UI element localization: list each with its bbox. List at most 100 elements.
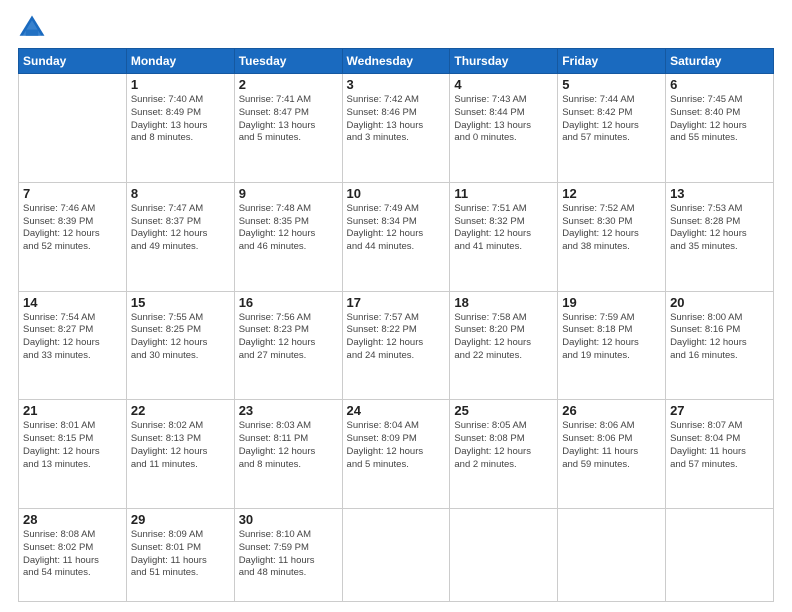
cell-content: Sunrise: 7:41 AM Sunset: 8:47 PM Dayligh… [239, 94, 338, 145]
calendar-cell: 13Sunrise: 7:53 AM Sunset: 8:28 PM Dayli… [666, 182, 774, 291]
day-number: 26 [562, 403, 661, 418]
cell-content: Sunrise: 7:40 AM Sunset: 8:49 PM Dayligh… [131, 94, 230, 145]
calendar-cell: 6Sunrise: 7:45 AM Sunset: 8:40 PM Daylig… [666, 74, 774, 183]
logo [18, 14, 50, 42]
cell-content: Sunrise: 7:57 AM Sunset: 8:22 PM Dayligh… [347, 312, 446, 363]
cell-content: Sunrise: 7:44 AM Sunset: 8:42 PM Dayligh… [562, 94, 661, 145]
cell-content: Sunrise: 7:46 AM Sunset: 8:39 PM Dayligh… [23, 203, 122, 254]
calendar-cell: 14 Sunrise: 7:54 AM Sunset: 8:27 PM Dayli… [19, 291, 127, 400]
cell-content: Sunrise: 8:08 AM Sunset: 8:02 PM Dayligh… [23, 529, 122, 580]
day-number: 20 [670, 295, 769, 310]
calendar-cell: 27Sunrise: 8:07 AM Sunset: 8:04 PM Dayli… [666, 400, 774, 509]
calendar-cell: 11 Sunrise: 7:51 AM Sunset: 8:32 PM Dayli… [450, 182, 558, 291]
header [18, 14, 774, 42]
col-header-wednesday: Wednesday [342, 49, 450, 74]
col-header-tuesday: Tuesday [234, 49, 342, 74]
cell-content: Sunrise: 7:56 AM Sunset: 8:23 PM Dayligh… [239, 312, 338, 363]
calendar-row-2: 14 Sunrise: 7:54 AM Sunset: 8:27 PM Dayli… [19, 291, 774, 400]
calendar-cell: 22 Sunrise: 8:02 AM Sunset: 8:13 PM Dayli… [126, 400, 234, 509]
calendar-cell: 28 Sunrise: 8:08 AM Sunset: 8:02 PM Dayli… [19, 509, 127, 602]
cell-content: Sunrise: 8:02 AM Sunset: 8:13 PM Dayligh… [131, 420, 230, 471]
cell-content: Sunrise: 8:06 AM Sunset: 8:06 PM Dayligh… [562, 420, 661, 471]
calendar-header-row: SundayMondayTuesdayWednesdayThursdayFrid… [19, 49, 774, 74]
day-number: 25 [454, 403, 553, 418]
calendar-cell [450, 509, 558, 602]
cell-content: Sunrise: 8:01 AM Sunset: 8:15 PM Dayligh… [23, 420, 122, 471]
cell-content: Sunrise: 8:10 AM Sunset: 7:59 PM Dayligh… [239, 529, 338, 580]
calendar-cell: 7 Sunrise: 7:46 AM Sunset: 8:39 PM Daylig… [19, 182, 127, 291]
cell-content: Sunrise: 7:58 AM Sunset: 8:20 PM Dayligh… [454, 312, 553, 363]
cell-content: Sunrise: 7:53 AM Sunset: 8:28 PM Dayligh… [670, 203, 769, 254]
calendar-row-3: 21 Sunrise: 8:01 AM Sunset: 8:15 PM Dayli… [19, 400, 774, 509]
calendar-cell: 26 Sunrise: 8:06 AM Sunset: 8:06 PM Dayli… [558, 400, 666, 509]
cell-content: Sunrise: 7:51 AM Sunset: 8:32 PM Dayligh… [454, 203, 553, 254]
col-header-monday: Monday [126, 49, 234, 74]
day-number: 18 [454, 295, 553, 310]
calendar: SundayMondayTuesdayWednesdayThursdayFrid… [18, 48, 774, 602]
cell-content: Sunrise: 8:00 AM Sunset: 8:16 PM Dayligh… [670, 312, 769, 363]
calendar-cell: 15Sunrise: 7:55 AM Sunset: 8:25 PM Dayli… [126, 291, 234, 400]
day-number: 24 [347, 403, 446, 418]
cell-content: Sunrise: 7:47 AM Sunset: 8:37 PM Dayligh… [131, 203, 230, 254]
calendar-cell: 19 Sunrise: 7:59 AM Sunset: 8:18 PM Dayli… [558, 291, 666, 400]
calendar-cell: 1 Sunrise: 7:40 AM Sunset: 8:49 PM Daylig… [126, 74, 234, 183]
day-number: 21 [23, 403, 122, 418]
calendar-cell: 24 Sunrise: 8:04 AM Sunset: 8:09 PM Dayli… [342, 400, 450, 509]
cell-content: Sunrise: 8:04 AM Sunset: 8:09 PM Dayligh… [347, 420, 446, 471]
day-number: 10 [347, 186, 446, 201]
calendar-cell: 18 Sunrise: 7:58 AM Sunset: 8:20 PM Dayli… [450, 291, 558, 400]
day-number: 12 [562, 186, 661, 201]
day-number: 23 [239, 403, 338, 418]
col-header-friday: Friday [558, 49, 666, 74]
calendar-cell: 17 Sunrise: 7:57 AM Sunset: 8:22 PM Dayli… [342, 291, 450, 400]
cell-content: Sunrise: 7:42 AM Sunset: 8:46 PM Dayligh… [347, 94, 446, 145]
col-header-saturday: Saturday [666, 49, 774, 74]
calendar-cell: 29 Sunrise: 8:09 AM Sunset: 8:01 PM Dayli… [126, 509, 234, 602]
cell-content: Sunrise: 7:48 AM Sunset: 8:35 PM Dayligh… [239, 203, 338, 254]
day-number: 3 [347, 77, 446, 92]
logo-icon [18, 14, 46, 42]
calendar-cell [342, 509, 450, 602]
day-number: 7 [23, 186, 122, 201]
calendar-cell: 4 Sunrise: 7:43 AM Sunset: 8:44 PM Daylig… [450, 74, 558, 183]
day-number: 9 [239, 186, 338, 201]
calendar-cell: 30Sunrise: 8:10 AM Sunset: 7:59 PM Dayli… [234, 509, 342, 602]
cell-content: Sunrise: 7:49 AM Sunset: 8:34 PM Dayligh… [347, 203, 446, 254]
day-number: 11 [454, 186, 553, 201]
calendar-cell [558, 509, 666, 602]
calendar-cell: 21 Sunrise: 8:01 AM Sunset: 8:15 PM Dayli… [19, 400, 127, 509]
calendar-row-0: 1 Sunrise: 7:40 AM Sunset: 8:49 PM Daylig… [19, 74, 774, 183]
day-number: 15 [131, 295, 230, 310]
calendar-cell: 2Sunrise: 7:41 AM Sunset: 8:47 PM Daylig… [234, 74, 342, 183]
col-header-sunday: Sunday [19, 49, 127, 74]
page: SundayMondayTuesdayWednesdayThursdayFrid… [0, 0, 792, 612]
day-number: 22 [131, 403, 230, 418]
cell-content: Sunrise: 7:43 AM Sunset: 8:44 PM Dayligh… [454, 94, 553, 145]
cell-content: Sunrise: 8:03 AM Sunset: 8:11 PM Dayligh… [239, 420, 338, 471]
day-number: 19 [562, 295, 661, 310]
calendar-cell [666, 509, 774, 602]
day-number: 17 [347, 295, 446, 310]
calendar-cell: 9 Sunrise: 7:48 AM Sunset: 8:35 PM Daylig… [234, 182, 342, 291]
calendar-cell: 20 Sunrise: 8:00 AM Sunset: 8:16 PM Dayli… [666, 291, 774, 400]
calendar-cell: 3 Sunrise: 7:42 AM Sunset: 8:46 PM Daylig… [342, 74, 450, 183]
calendar-cell: 10 Sunrise: 7:49 AM Sunset: 8:34 PM Dayli… [342, 182, 450, 291]
cell-content: Sunrise: 7:54 AM Sunset: 8:27 PM Dayligh… [23, 312, 122, 363]
cell-content: Sunrise: 7:59 AM Sunset: 8:18 PM Dayligh… [562, 312, 661, 363]
day-number: 14 [23, 295, 122, 310]
calendar-cell [19, 74, 127, 183]
calendar-cell: 5Sunrise: 7:44 AM Sunset: 8:42 PM Daylig… [558, 74, 666, 183]
cell-content: Sunrise: 8:05 AM Sunset: 8:08 PM Dayligh… [454, 420, 553, 471]
cell-content: Sunrise: 7:52 AM Sunset: 8:30 PM Dayligh… [562, 203, 661, 254]
calendar-cell: 12 Sunrise: 7:52 AM Sunset: 8:30 PM Dayli… [558, 182, 666, 291]
day-number: 1 [131, 77, 230, 92]
day-number: 4 [454, 77, 553, 92]
day-number: 27 [670, 403, 769, 418]
cell-content: Sunrise: 8:09 AM Sunset: 8:01 PM Dayligh… [131, 529, 230, 580]
day-number: 29 [131, 512, 230, 527]
day-number: 28 [23, 512, 122, 527]
col-header-thursday: Thursday [450, 49, 558, 74]
day-number: 16 [239, 295, 338, 310]
calendar-row-4: 28 Sunrise: 8:08 AM Sunset: 8:02 PM Dayli… [19, 509, 774, 602]
day-number: 8 [131, 186, 230, 201]
